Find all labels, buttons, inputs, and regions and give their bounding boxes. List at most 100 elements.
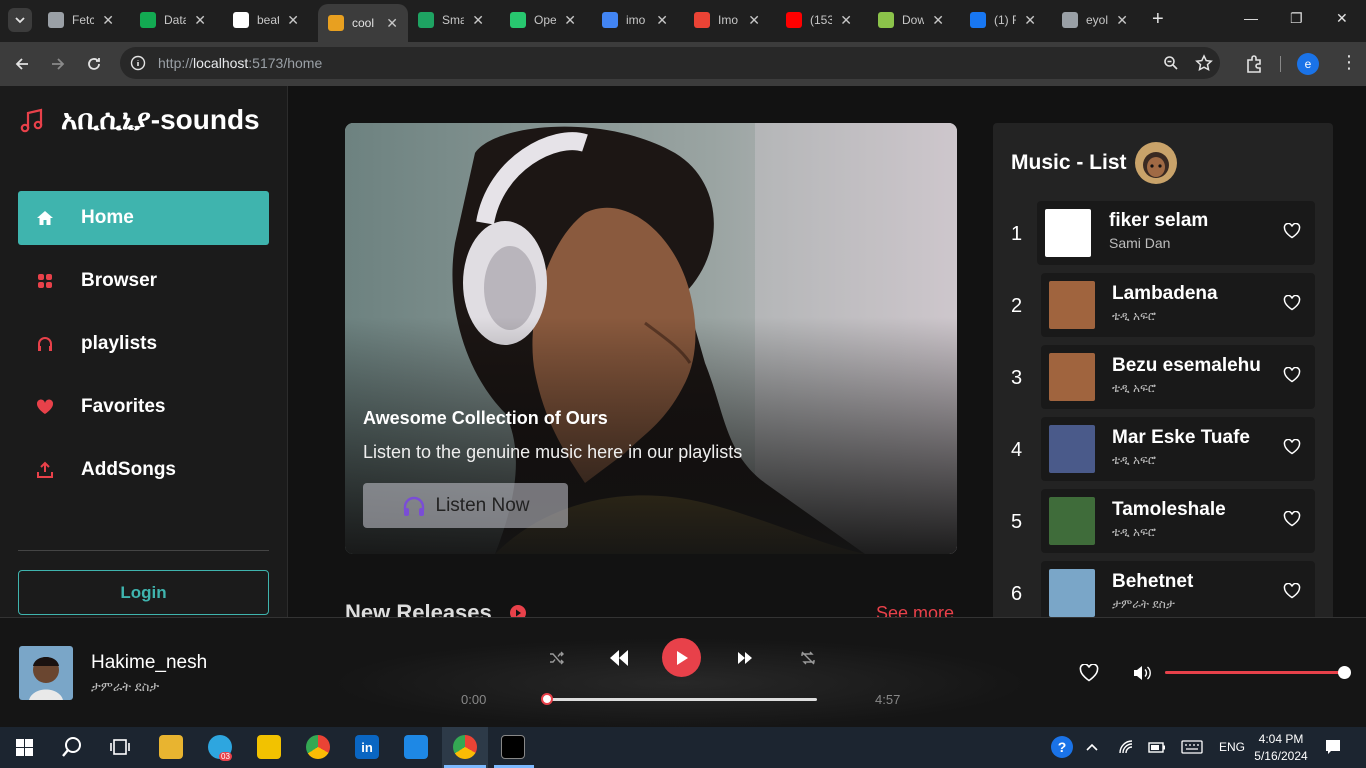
file-explorer-icon[interactable] xyxy=(159,735,183,759)
browser-tab[interactable]: (153 ✕ xyxy=(776,6,862,34)
close-tab-icon[interactable]: ✕ xyxy=(386,15,398,32)
search-icon[interactable] xyxy=(61,736,83,758)
heart-outline-icon[interactable] xyxy=(1079,664,1099,682)
address-bar[interactable]: http://localhost:5173/home xyxy=(120,47,1220,79)
list-item[interactable]: 3 Bezu esemalehu ቴዲ አፍሮ xyxy=(993,345,1333,409)
minimize-button[interactable]: — xyxy=(1244,10,1258,26)
sidebar-item-addsongs[interactable]: AddSongs xyxy=(18,443,269,497)
bookmark-star-icon[interactable] xyxy=(1195,54,1213,72)
clock-time[interactable]: 4:04 PM xyxy=(1256,732,1306,746)
sidebar-item-favorites[interactable]: Favorites xyxy=(18,380,269,434)
close-tab-icon[interactable]: ✕ xyxy=(1116,12,1128,29)
browser-tab[interactable]: imo ✕ xyxy=(592,6,678,34)
close-tab-icon[interactable]: ✕ xyxy=(748,12,760,29)
volume-track[interactable] xyxy=(1165,671,1345,674)
close-tab-icon[interactable]: ✕ xyxy=(656,12,668,29)
extensions-icon[interactable] xyxy=(1244,54,1264,74)
sidebar-item-playlists[interactable]: playlists xyxy=(18,317,269,371)
browser-tab[interactable]: Imo ✕ xyxy=(684,6,770,34)
track-card[interactable]: Behetnet ታምራት ደስታ xyxy=(1041,561,1315,617)
heart-outline-icon[interactable] xyxy=(1283,583,1301,599)
track-card[interactable]: fiker selam Sami Dan xyxy=(1037,201,1315,265)
heart-outline-icon[interactable] xyxy=(1283,367,1301,383)
list-item[interactable]: 4 Mar Eske Tuafe ቴዲ አፍሮ xyxy=(993,417,1333,481)
back-icon[interactable] xyxy=(14,56,30,72)
volume-icon[interactable] xyxy=(1133,665,1151,681)
previous-icon[interactable] xyxy=(608,648,630,668)
menu-kebab-icon[interactable]: ⋮ xyxy=(1340,52,1358,73)
browser-tab[interactable]: Ope ✕ xyxy=(500,6,586,34)
list-item[interactable]: 5 Tamoleshale ቴዲ አፍሮ xyxy=(993,489,1333,553)
listen-now-button[interactable]: Listen Now xyxy=(363,483,568,528)
heart-outline-icon[interactable] xyxy=(1283,511,1301,527)
close-tab-icon[interactable]: ✕ xyxy=(1024,12,1036,29)
play-circle-icon[interactable] xyxy=(510,605,526,617)
heart-outline-icon[interactable] xyxy=(1283,439,1301,455)
browser-tab[interactable]: Fetc ✕ xyxy=(38,6,124,34)
help-icon[interactable]: ? xyxy=(1051,736,1073,758)
close-tab-icon[interactable]: ✕ xyxy=(102,12,114,29)
language-indicator[interactable]: ENG xyxy=(1219,740,1245,754)
track-card[interactable]: Lambadena ቴዲ አፍሮ xyxy=(1041,273,1315,337)
close-tab-icon[interactable]: ✕ xyxy=(194,12,206,29)
play-button[interactable] xyxy=(662,638,701,677)
notification-icon[interactable] xyxy=(1325,739,1341,755)
sidebar-item-home[interactable]: Home xyxy=(18,191,269,245)
profile-avatar[interactable]: e xyxy=(1297,53,1319,75)
login-button[interactable]: Login xyxy=(18,570,269,615)
chrome-profile-icon[interactable] xyxy=(453,735,477,759)
browser-tab[interactable]: Dow ✕ xyxy=(868,6,954,34)
browser-tab[interactable]: Data ✕ xyxy=(130,6,216,34)
restore-button[interactable]: ❐ xyxy=(1290,10,1303,27)
site-info-icon[interactable] xyxy=(130,55,146,71)
track-card[interactable]: Bezu esemalehu ቴዲ አፍሮ xyxy=(1041,345,1315,409)
avatar[interactable] xyxy=(1134,141,1178,185)
list-item[interactable]: 1 fiker selam Sami Dan xyxy=(993,201,1333,265)
linkedin-icon[interactable]: in xyxy=(355,735,379,759)
clock-date[interactable]: 5/16/2024 xyxy=(1252,749,1310,763)
close-tab-icon[interactable]: ✕ xyxy=(472,12,484,29)
browser-tab[interactable]: Sma ✕ xyxy=(408,6,494,34)
keyboard-icon[interactable] xyxy=(1181,740,1203,754)
player-app-icon[interactable] xyxy=(257,735,281,759)
heart-outline-icon[interactable] xyxy=(1283,295,1301,311)
browser-tab[interactable]: eyol ✕ xyxy=(1052,6,1138,34)
browser-tab[interactable]: (1) F ✕ xyxy=(960,6,1046,34)
heart-outline-icon[interactable] xyxy=(1283,223,1301,239)
track-card[interactable]: Mar Eske Tuafe ቴዲ አፍሮ xyxy=(1041,417,1315,481)
terminal-icon[interactable] xyxy=(501,735,525,759)
progress-handle[interactable] xyxy=(541,693,553,705)
reload-icon[interactable] xyxy=(86,56,102,72)
see-more-link[interactable]: See more xyxy=(876,603,954,617)
windows-start-icon[interactable] xyxy=(16,739,33,756)
list-item[interactable]: 2 Lambadena ቴዲ አፍሮ xyxy=(993,273,1333,337)
volume-handle[interactable] xyxy=(1338,666,1351,679)
chrome-icon[interactable] xyxy=(306,735,330,759)
browser-tab[interactable]: cool ✕ xyxy=(318,4,408,42)
next-icon[interactable] xyxy=(737,651,753,665)
close-tab-icon[interactable]: ✕ xyxy=(287,12,299,29)
close-window-button[interactable]: ✕ xyxy=(1336,10,1348,27)
windows-taskbar: 03 in ? ENG 4:04 PM 5/16/2024 xyxy=(0,727,1366,768)
task-view-icon[interactable] xyxy=(110,738,130,756)
close-tab-icon[interactable]: ✕ xyxy=(932,12,944,29)
shuffle-icon[interactable] xyxy=(549,650,565,666)
browser-tab[interactable]: beat ✕ xyxy=(223,6,309,34)
close-tab-icon[interactable]: ✕ xyxy=(840,12,852,29)
close-tab-icon[interactable]: ✕ xyxy=(564,12,576,29)
repeat-icon[interactable] xyxy=(800,650,816,666)
sidebar-item-browser[interactable]: Browser xyxy=(18,254,269,308)
facebook-icon xyxy=(970,12,986,28)
progress-track[interactable] xyxy=(546,698,817,701)
vscode-icon[interactable] xyxy=(404,735,428,759)
chevron-up-icon[interactable] xyxy=(1086,742,1098,752)
wifi-icon[interactable] xyxy=(1118,739,1134,755)
track-card[interactable]: Tamoleshale ቴዲ አፍሮ xyxy=(1041,489,1315,553)
new-tab-button[interactable]: + xyxy=(1152,8,1164,31)
battery-icon[interactable] xyxy=(1148,740,1166,754)
forward-icon[interactable] xyxy=(50,56,66,72)
tab-search-button[interactable] xyxy=(8,8,32,32)
zoom-icon[interactable] xyxy=(1163,55,1179,71)
tab-title: eyol xyxy=(1086,13,1109,27)
list-item[interactable]: 6 Behetnet ታምራት ደስታ xyxy=(993,561,1333,617)
